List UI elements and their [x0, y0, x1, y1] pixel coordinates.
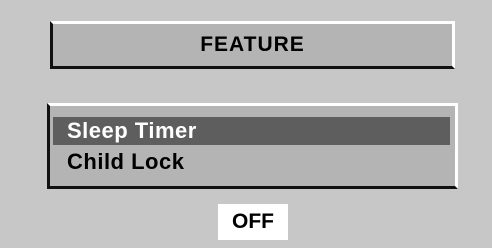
setting-value: OFF	[232, 210, 274, 233]
feature-menu: Sleep Timer Child Lock	[47, 103, 458, 189]
setting-value-box: OFF	[218, 204, 288, 240]
menu-item-label: Sleep Timer	[67, 118, 197, 143]
osd-screen: FEATURE Sleep Timer Child Lock OFF	[0, 0, 492, 248]
page-title: FEATURE	[200, 33, 305, 56]
menu-item-label: Child Lock	[67, 149, 185, 174]
menu-item-child-lock[interactable]: Child Lock	[53, 148, 450, 176]
menu-item-sleep-timer[interactable]: Sleep Timer	[53, 117, 450, 145]
feature-title-panel: FEATURE	[50, 21, 455, 69]
